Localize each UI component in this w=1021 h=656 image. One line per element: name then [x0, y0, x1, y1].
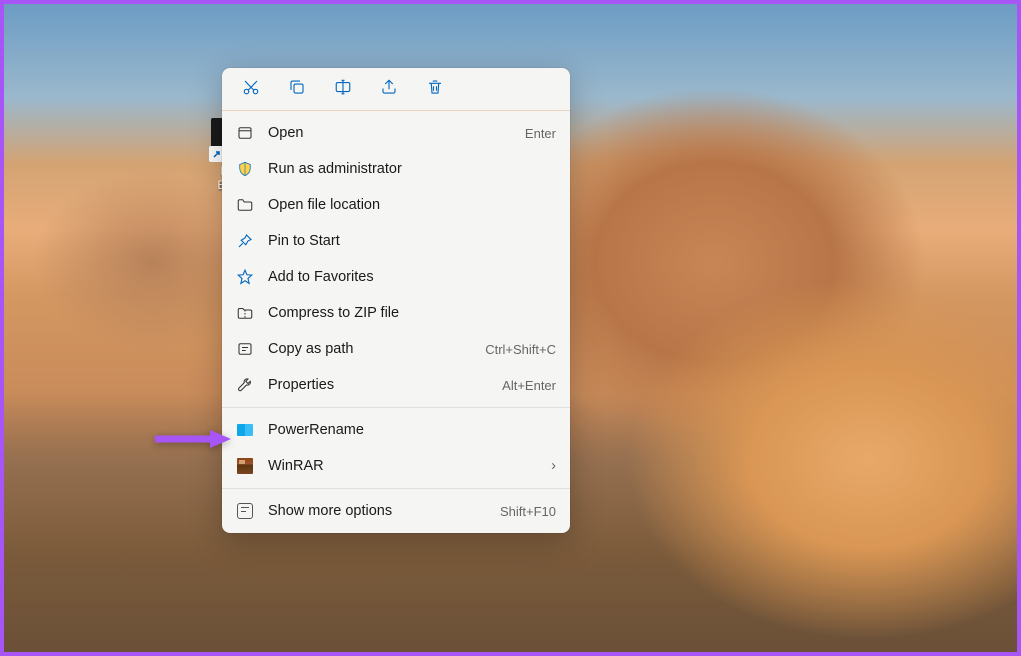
menu-item-label: Open — [268, 125, 511, 141]
menu-item-label: Open file location — [268, 197, 556, 213]
annotation-arrow — [155, 428, 235, 455]
menu-item-winrar[interactable]: WinRAR › — [222, 448, 570, 484]
menu-item-open-location[interactable]: Open file location — [222, 187, 570, 223]
cut-button[interactable] — [240, 78, 262, 100]
menu-item-show-more[interactable]: Show more options Shift+F10 — [222, 493, 570, 529]
share-button[interactable] — [378, 78, 400, 100]
menu-item-shortcut: Shift+F10 — [500, 504, 556, 519]
open-icon — [236, 124, 254, 142]
menu-item-label: Pin to Start — [268, 233, 556, 249]
menu-item-shortcut: Ctrl+Shift+C — [485, 342, 556, 357]
menu-section-main: Open Enter Run as administrator Open fil… — [222, 111, 570, 407]
shield-icon — [236, 160, 254, 178]
show-more-icon — [236, 502, 254, 520]
menu-item-properties[interactable]: Properties Alt+Enter — [222, 367, 570, 403]
folder-icon — [236, 196, 254, 214]
menu-item-label: WinRAR — [268, 458, 537, 474]
wrench-icon — [236, 376, 254, 394]
pin-icon — [236, 232, 254, 250]
path-icon — [236, 340, 254, 358]
menu-item-shortcut: Alt+Enter — [502, 378, 556, 393]
trash-icon — [426, 78, 444, 100]
scissors-icon — [242, 78, 260, 100]
menu-item-powerrename[interactable]: PowerRename — [222, 412, 570, 448]
menu-item-pin-to-start[interactable]: Pin to Start — [222, 223, 570, 259]
menu-item-add-favorites[interactable]: Add to Favorites — [222, 259, 570, 295]
menu-item-label: Add to Favorites — [268, 269, 556, 285]
context-menu-toolbar — [222, 68, 570, 111]
delete-button[interactable] — [424, 78, 446, 100]
menu-section-apps: PowerRename WinRAR › — [222, 407, 570, 488]
menu-item-label: Properties — [268, 377, 488, 393]
context-menu: Open Enter Run as administrator Open fil… — [222, 68, 570, 533]
share-icon — [380, 78, 398, 100]
menu-item-label: Run as administrator — [268, 161, 556, 177]
zip-icon — [236, 304, 254, 322]
menu-item-label: Compress to ZIP file — [268, 305, 556, 321]
menu-item-label: Copy as path — [268, 341, 471, 357]
rename-button[interactable] — [332, 78, 354, 100]
menu-item-label: PowerRename — [268, 422, 556, 438]
star-icon — [236, 268, 254, 286]
menu-item-run-as-admin[interactable]: Run as administrator — [222, 151, 570, 187]
winrar-icon — [236, 457, 254, 475]
menu-item-copy-path[interactable]: Copy as path Ctrl+Shift+C — [222, 331, 570, 367]
copy-button[interactable] — [286, 78, 308, 100]
rename-icon — [334, 78, 352, 100]
menu-section-more: Show more options Shift+F10 — [222, 488, 570, 533]
menu-item-compress-zip[interactable]: Compress to ZIP file — [222, 295, 570, 331]
copy-icon — [288, 78, 306, 100]
menu-item-label: Show more options — [268, 503, 486, 519]
menu-item-shortcut: Enter — [525, 126, 556, 141]
chevron-right-icon: › — [551, 458, 556, 474]
menu-item-open[interactable]: Open Enter — [222, 115, 570, 151]
powerrename-icon — [236, 421, 254, 439]
